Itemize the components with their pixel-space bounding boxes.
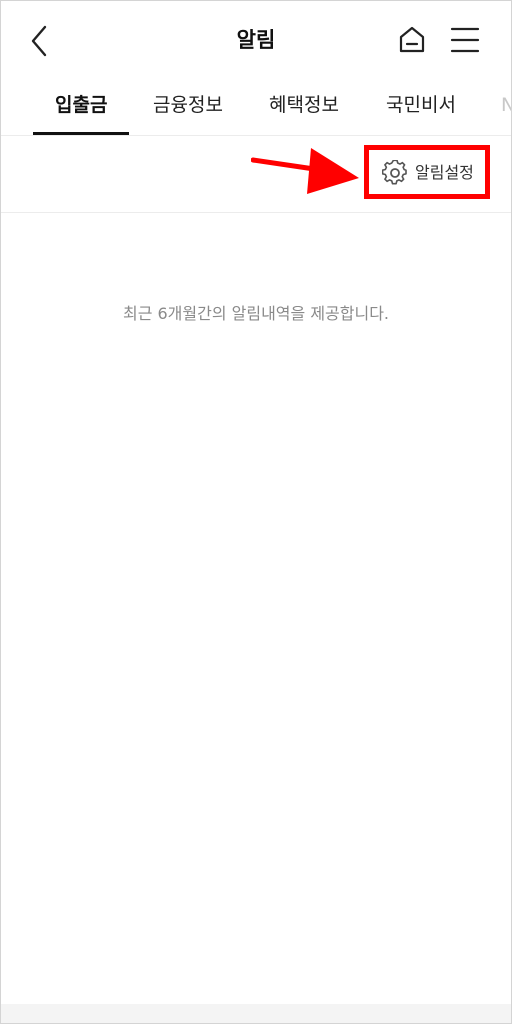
- tab-financial-info[interactable]: 금융정보: [153, 91, 223, 135]
- menu-button[interactable]: [447, 23, 483, 57]
- settings-label: 알림설정: [415, 163, 474, 182]
- home-button[interactable]: [395, 23, 429, 57]
- top-bar: 알림: [1, 1, 511, 81]
- category-tabs: 입출금 금융정보 혜택정보 국민비서 N: [1, 81, 511, 136]
- red-arrow-annotation: [251, 148, 359, 194]
- bottom-strip: [1, 1004, 511, 1023]
- tab-more[interactable]: N: [501, 91, 511, 135]
- hamburger-menu-icon: [450, 27, 480, 53]
- app-screen: 알림 입출금 금융정보 혜택정보 국민비서 N: [0, 0, 512, 1024]
- empty-state-message: 최근 6개월간의 알림내역을 제공합니다.: [122, 304, 390, 323]
- notification-settings-button[interactable]: 알림설정: [364, 145, 490, 199]
- settings-row: 알림설정: [1, 136, 511, 213]
- tab-deposit-withdrawal[interactable]: 입출금: [32, 91, 131, 135]
- home-icon: [399, 26, 425, 53]
- page-title: 알림: [236, 28, 276, 52]
- back-button[interactable]: [23, 21, 59, 61]
- tab-national-secretary[interactable]: 국민비서: [386, 91, 456, 135]
- gear-icon: [382, 160, 407, 185]
- chevron-left-icon: [31, 25, 47, 57]
- tab-benefits-info[interactable]: 혜택정보: [269, 91, 339, 135]
